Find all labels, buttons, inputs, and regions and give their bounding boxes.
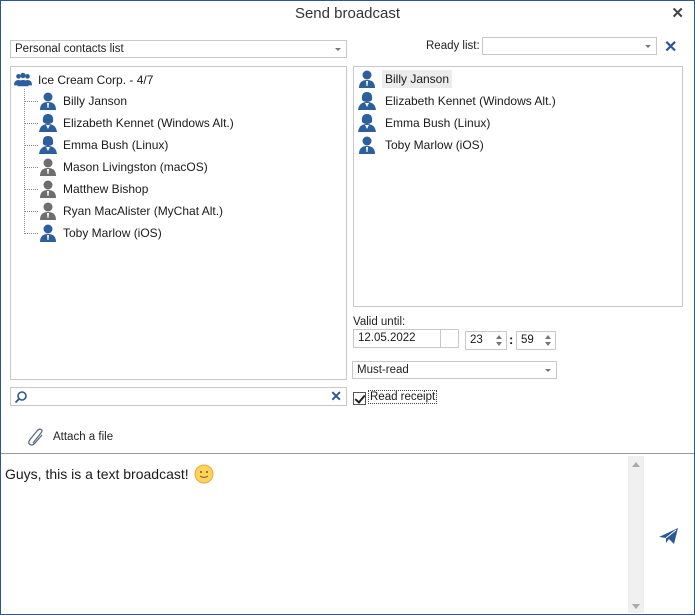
chevron-down-icon	[645, 45, 651, 48]
minute-value: 59	[521, 334, 534, 346]
smiley-emoji-icon	[194, 464, 214, 484]
contact-name: Matthew Bishop	[63, 182, 149, 196]
message-text: Guys, this is a text broadcast!	[5, 466, 189, 482]
contact-name: Elizabeth Kennet (Windows Alt.)	[63, 116, 234, 130]
attach-file-label: Attach a file	[53, 431, 114, 443]
clear-search-icon[interactable]: ✕	[330, 388, 342, 405]
ready-list-dropdown[interactable]	[482, 37, 657, 55]
valid-until-label: Valid until:	[353, 316, 406, 328]
recipient-name: Billy Janson	[382, 70, 453, 88]
user-male-online-icon	[359, 70, 375, 88]
user-female-online-icon	[358, 114, 376, 132]
contact-item[interactable]: Ryan MacAlister (MyChat Alt.)	[39, 200, 223, 222]
contact-item[interactable]: Matthew Bishop	[39, 178, 148, 200]
read-receipt-label[interactable]: Read receipt	[368, 390, 438, 404]
date-value: 12.05.2022	[358, 332, 416, 344]
ready-list-panel[interactable]: Billy Janson Elizabeth Kennet (Windows A…	[353, 66, 683, 307]
group-icon	[14, 72, 32, 87]
dialog-title: Send broadcast	[294, 5, 401, 22]
tree-connector	[24, 189, 38, 190]
tree-connector	[24, 101, 38, 102]
contacts-tree[interactable]: Ice Cream Corp. - 4/7 Billy Janson Eliza…	[10, 66, 347, 380]
attach-file-button[interactable]: Attach a file	[27, 427, 113, 447]
user-male-online-icon	[40, 92, 56, 110]
contacts-source-dropdown[interactable]: Personal contacts list	[10, 40, 347, 58]
contact-item[interactable]: Billy Janson	[39, 90, 127, 112]
contact-name: Emma Bush (Linux)	[63, 138, 169, 152]
contact-name: Mason Livingston (macOS)	[63, 160, 208, 174]
user-male-offline-icon	[40, 202, 56, 220]
hour-value: 23	[470, 334, 483, 346]
tree-connector	[24, 167, 38, 168]
user-male-online-icon	[359, 136, 375, 154]
read-receipt-checkbox[interactable]	[353, 392, 366, 405]
user-male-offline-icon	[40, 180, 56, 198]
recipient-name: Toby Marlow (iOS)	[385, 138, 484, 152]
send-icon[interactable]	[658, 526, 680, 546]
contact-name: Billy Janson	[63, 94, 128, 108]
send-broadcast-dialog: Send broadcast ✕ Personal contacts list …	[0, 0, 695, 615]
recipient-name: Emma Bush (Linux)	[385, 116, 491, 130]
user-male-offline-icon	[40, 158, 56, 176]
tree-connector	[24, 89, 25, 234]
user-female-online-icon	[358, 92, 376, 110]
hour-stepper[interactable]: 23	[465, 331, 507, 350]
user-female-online-icon	[39, 114, 57, 132]
recipient-item[interactable]: Emma Bush (Linux)	[358, 112, 493, 134]
priority-dropdown[interactable]: Must-read	[352, 361, 557, 379]
spinner-arrows-icon[interactable]	[545, 334, 552, 347]
clear-ready-list-icon[interactable]: ✕	[664, 37, 677, 57]
recipient-name: Elizabeth Kennet (Windows Alt.)	[385, 94, 556, 108]
user-female-online-icon	[39, 136, 57, 154]
group-node[interactable]: Ice Cream Corp. - 4/7	[14, 70, 153, 90]
priority-value: Must-read	[357, 364, 409, 376]
ready-list-label: Ready list:	[426, 40, 480, 52]
recipient-item[interactable]: Billy Janson	[358, 68, 453, 90]
chevron-down-icon	[335, 48, 341, 51]
user-male-online-icon	[40, 224, 56, 242]
contacts-source-value: Personal contacts list	[15, 43, 124, 55]
recipient-item[interactable]: Toby Marlow (iOS)	[358, 134, 487, 156]
date-input[interactable]: 12.05.2022	[353, 329, 459, 348]
tree-connector	[24, 145, 38, 146]
calendar-button[interactable]	[440, 330, 458, 347]
paperclip-icon	[28, 428, 43, 446]
chevron-down-icon	[545, 369, 551, 372]
scroll-down-icon[interactable]	[632, 604, 640, 609]
message-input[interactable]: Guys, this is a text broadcast!	[5, 464, 214, 484]
recipient-item[interactable]: Elizabeth Kennet (Windows Alt.)	[358, 90, 559, 112]
contact-item[interactable]: Emma Bush (Linux)	[39, 134, 168, 156]
minute-stepper[interactable]: 59	[516, 331, 556, 350]
group-label: Ice Cream Corp. - 4/7	[38, 73, 154, 87]
contact-item[interactable]: Mason Livingston (macOS)	[39, 156, 208, 178]
tree-connector	[24, 211, 38, 212]
search-icon	[14, 391, 27, 404]
close-icon[interactable]: ✕	[671, 6, 684, 21]
tree-connector	[24, 123, 38, 124]
time-separator: :	[509, 332, 514, 347]
tree-connector	[24, 233, 38, 234]
contact-name: Ryan MacAlister (MyChat Alt.)	[63, 204, 224, 218]
contact-item[interactable]: Toby Marlow (iOS)	[39, 222, 162, 244]
scroll-up-icon[interactable]	[632, 462, 640, 467]
spinner-arrows-icon[interactable]	[496, 334, 503, 347]
contact-item[interactable]: Elizabeth Kennet (Windows Alt.)	[39, 112, 234, 134]
contact-name: Toby Marlow (iOS)	[63, 226, 162, 240]
message-scrollbar[interactable]	[628, 456, 644, 613]
contact-search-input[interactable]: ✕	[10, 387, 347, 406]
message-composer[interactable]: Guys, this is a text broadcast!	[1, 453, 694, 614]
